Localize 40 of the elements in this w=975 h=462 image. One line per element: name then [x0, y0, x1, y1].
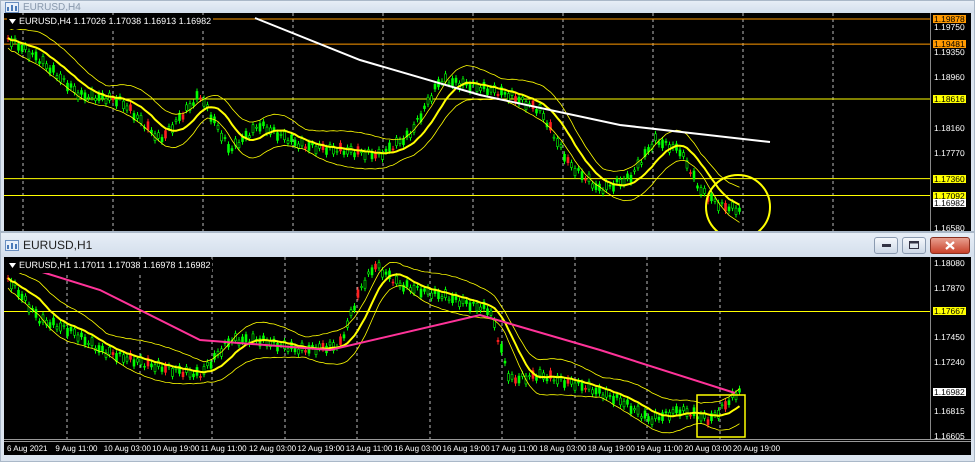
- price-level-tag: 1.19481: [933, 40, 966, 48]
- time-axis-label: 10 Aug 19:00: [152, 442, 200, 454]
- price-axis-label: 1.17770: [933, 148, 966, 157]
- price-axis-label: 1.16815: [933, 407, 966, 416]
- time-axis-label: 10 Aug 03:00: [104, 442, 152, 454]
- time-axis-label: 20 Aug 19:00: [732, 442, 782, 454]
- time-axis-label: 18 Aug 19:00: [588, 442, 636, 454]
- time-axis-label: 16 Aug 03:00: [394, 442, 442, 454]
- price-axis-label: 1.16605: [933, 432, 966, 440]
- time-axis-label: 9 Aug 11:00: [55, 442, 99, 454]
- window-title: EURUSD,H1: [23, 237, 92, 254]
- price-level-tag: 1.17360: [933, 174, 966, 183]
- time-axis-label: 13 Aug 11:00: [346, 442, 394, 454]
- price-axis-label: 1.19350: [933, 48, 966, 56]
- price-axis-label: 1.17870: [933, 284, 966, 292]
- price-level-tag: 1.19878: [933, 15, 966, 23]
- price-level-tag: 1.17667: [933, 307, 966, 316]
- time-axis-label: 19 Aug 11:00: [636, 442, 684, 454]
- price-axis-label: 1.18960: [933, 73, 966, 82]
- price-axis-label: 1.17450: [933, 332, 966, 341]
- time-axis-label: 12 Aug 19:00: [297, 442, 346, 454]
- current-price-tag: 1.16982: [933, 198, 966, 207]
- price-axis-label: 1.18080: [933, 259, 966, 267]
- time-axis-label: 12 Aug 03:00: [248, 442, 298, 454]
- window-title: EURUSD,H4: [23, 0, 81, 14]
- time-axis-label: 6 Aug 2021: [7, 442, 48, 454]
- price-axis-label: 1.18160: [933, 124, 966, 132]
- time-axis-label: 18 Aug 03:00: [539, 442, 588, 454]
- time-axis-label: 11 Aug 11:00: [200, 442, 248, 454]
- time-axis-label: 20 Aug 03:00: [684, 442, 733, 454]
- price-level-tag: 1.18616: [933, 94, 966, 103]
- time-axis-label: 17 Aug 11:00: [490, 442, 538, 454]
- price-axis-label: 1.16580: [933, 224, 966, 232]
- current-price-tag: 1.16982: [933, 388, 966, 396]
- time-axis-label: 16 Aug 19:00: [442, 442, 491, 454]
- price-axis-label: 1.19750: [933, 23, 966, 32]
- chart-info-text: EURUSD,H4 1.17026 1.17038 1.16913 1.16982: [19, 15, 212, 28]
- price-level-tag: 1.17092: [933, 192, 966, 200]
- chart-info-text: EURUSD,H1 1.17011 1.17038 1.16978 1.16982: [19, 259, 210, 272]
- price-axis-label: 1.17240: [933, 358, 966, 366]
